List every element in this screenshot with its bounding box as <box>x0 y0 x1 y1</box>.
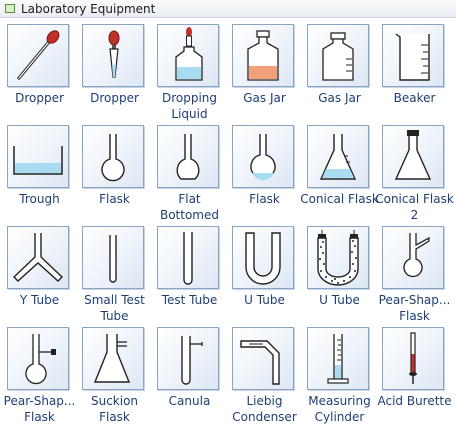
shape-item-gas-jar-2[interactable]: Gas Jar <box>302 24 377 125</box>
shape-tile[interactable] <box>382 226 444 289</box>
item-label: Measuring Cylinder <box>308 394 371 424</box>
item-label: Pear-Shap... Flask <box>378 293 451 323</box>
item-label: Gas Jar <box>243 91 286 105</box>
shape-item-flask[interactable]: Flask <box>77 125 152 226</box>
conical-flask-stoppered-icon <box>394 130 432 180</box>
shape-tile[interactable] <box>307 125 369 188</box>
item-label: Test Tube <box>161 293 218 307</box>
item-label: Conical Flask 2 <box>375 192 454 222</box>
shape-tile[interactable] <box>307 24 369 87</box>
shape-tile[interactable] <box>82 24 144 87</box>
panel-title: Laboratory Equipment <box>21 2 156 16</box>
round-flask-filled-icon <box>250 134 276 181</box>
item-label: Pear-Shap... Flask <box>3 394 76 424</box>
shape-tile[interactable] <box>232 24 294 87</box>
shape-tile[interactable] <box>7 327 69 390</box>
shape-item-dropper[interactable]: Dropper <box>2 24 77 125</box>
item-label: U Tube <box>244 293 285 307</box>
shape-item-liebig-condenser[interactable]: Liebig Condenser <box>227 327 302 428</box>
shape-tile[interactable] <box>7 226 69 289</box>
shape-tile[interactable] <box>307 327 369 390</box>
small-test-tube-icon <box>109 235 117 283</box>
shape-tile[interactable] <box>232 226 294 289</box>
shape-tile[interactable] <box>157 125 219 188</box>
item-label: Canula <box>168 394 211 408</box>
pear-shaped-flask-side-arm-icon <box>25 334 56 385</box>
conical-flask-icon <box>319 134 357 180</box>
item-label: Gas Jar <box>318 91 361 105</box>
shape-item-beaker[interactable]: Beaker <box>377 24 452 125</box>
shape-tile[interactable] <box>382 125 444 188</box>
panel-icon <box>5 4 15 13</box>
shape-tile[interactable] <box>82 125 144 188</box>
dropper-icon <box>17 30 60 80</box>
item-label: Trough <box>19 192 60 206</box>
item-label: Dropping Liquid <box>161 91 218 121</box>
dropping-liquid-bottle-icon <box>175 27 203 81</box>
shape-item-trough[interactable]: Trough <box>2 125 77 226</box>
measuring-cylinder-icon <box>327 334 349 384</box>
item-label: Y Tube <box>19 293 60 307</box>
trough-icon <box>13 146 63 175</box>
shape-item-conical-flask-2[interactable]: Conical Flask 2 <box>375 125 454 226</box>
shape-item-flask-2[interactable]: Flask <box>227 125 302 226</box>
shape-tile[interactable] <box>7 125 69 188</box>
shape-tile[interactable] <box>157 24 219 87</box>
shape-tile[interactable] <box>157 327 219 390</box>
shape-item-u-tube-2[interactable]: U Tube <box>302 226 377 327</box>
gas-jar-icon <box>247 30 279 81</box>
test-tube-icon <box>183 232 193 285</box>
shape-tile[interactable] <box>382 327 444 390</box>
u-tube-filled-icon <box>317 230 359 286</box>
shape-item-dropper-2[interactable]: Dropper <box>77 24 152 125</box>
shape-item-pear-shaped-flask-2[interactable]: Pear-Shap... Flask <box>2 327 77 428</box>
cannula-icon <box>181 336 203 385</box>
dropper-bulb-icon <box>108 30 120 78</box>
shape-item-pear-shaped-flask[interactable]: Pear-Shap... Flask <box>377 226 452 327</box>
shape-item-u-tube[interactable]: U Tube <box>227 226 302 327</box>
item-label: U Tube <box>319 293 360 307</box>
shape-item-gas-jar[interactable]: Gas Jar <box>227 24 302 125</box>
shape-tile[interactable] <box>232 125 294 188</box>
shape-tile[interactable] <box>307 226 369 289</box>
shape-item-flat-bottomed[interactable]: Flat Bottomed <box>152 125 227 226</box>
pear-shaped-flask-icon <box>403 233 430 278</box>
shape-tile[interactable] <box>7 24 69 87</box>
round-flask-icon <box>101 134 125 182</box>
item-label: Flask <box>99 192 130 206</box>
shape-tile[interactable] <box>382 24 444 87</box>
panel-header: Laboratory Equipment <box>0 0 456 18</box>
shape-item-test-tube[interactable]: Test Tube <box>152 226 227 327</box>
item-label: Small Test Tube <box>84 293 145 323</box>
item-label: Dropper <box>90 91 139 105</box>
u-tube-icon <box>245 232 281 285</box>
item-label: Conical Flask <box>300 192 379 206</box>
item-label: Liebig Condenser <box>232 394 297 424</box>
shape-item-dropping-liquid[interactable]: Dropping Liquid <box>152 24 227 125</box>
item-label: Flat Bottomed <box>159 192 219 222</box>
item-label: Acid Burette <box>377 394 452 408</box>
suction-flask-icon <box>93 334 131 383</box>
beaker-icon <box>395 33 430 81</box>
shape-tile[interactable] <box>157 226 219 289</box>
shape-item-suckion-flask[interactable]: Suckion Flask <box>77 327 152 428</box>
gas-jar-empty-icon <box>322 32 354 81</box>
acid-burette-icon <box>409 332 417 384</box>
item-label: Flask <box>249 192 280 206</box>
shape-item-conical-flask[interactable]: Conical Flask <box>300 125 379 226</box>
shape-tile[interactable] <box>232 327 294 390</box>
shape-item-y-tube[interactable]: Y Tube <box>2 226 77 327</box>
shape-item-small-test-tube[interactable]: Small Test Tube <box>77 226 152 327</box>
liebig-condenser-icon <box>240 340 280 385</box>
y-tube-icon <box>12 233 64 282</box>
shape-tile[interactable] <box>82 327 144 390</box>
item-label: Suckion Flask <box>90 394 139 424</box>
shape-item-canula[interactable]: Canula <box>152 327 227 428</box>
shape-item-measuring-cylinder[interactable]: Measuring Cylinder <box>302 327 377 428</box>
item-label: Dropper <box>15 91 64 105</box>
shape-item-acid-burette[interactable]: Acid Burette <box>377 327 452 428</box>
shape-tile[interactable] <box>82 226 144 289</box>
flat-bottomed-flask-icon <box>176 134 200 180</box>
item-label: Beaker <box>393 91 436 105</box>
